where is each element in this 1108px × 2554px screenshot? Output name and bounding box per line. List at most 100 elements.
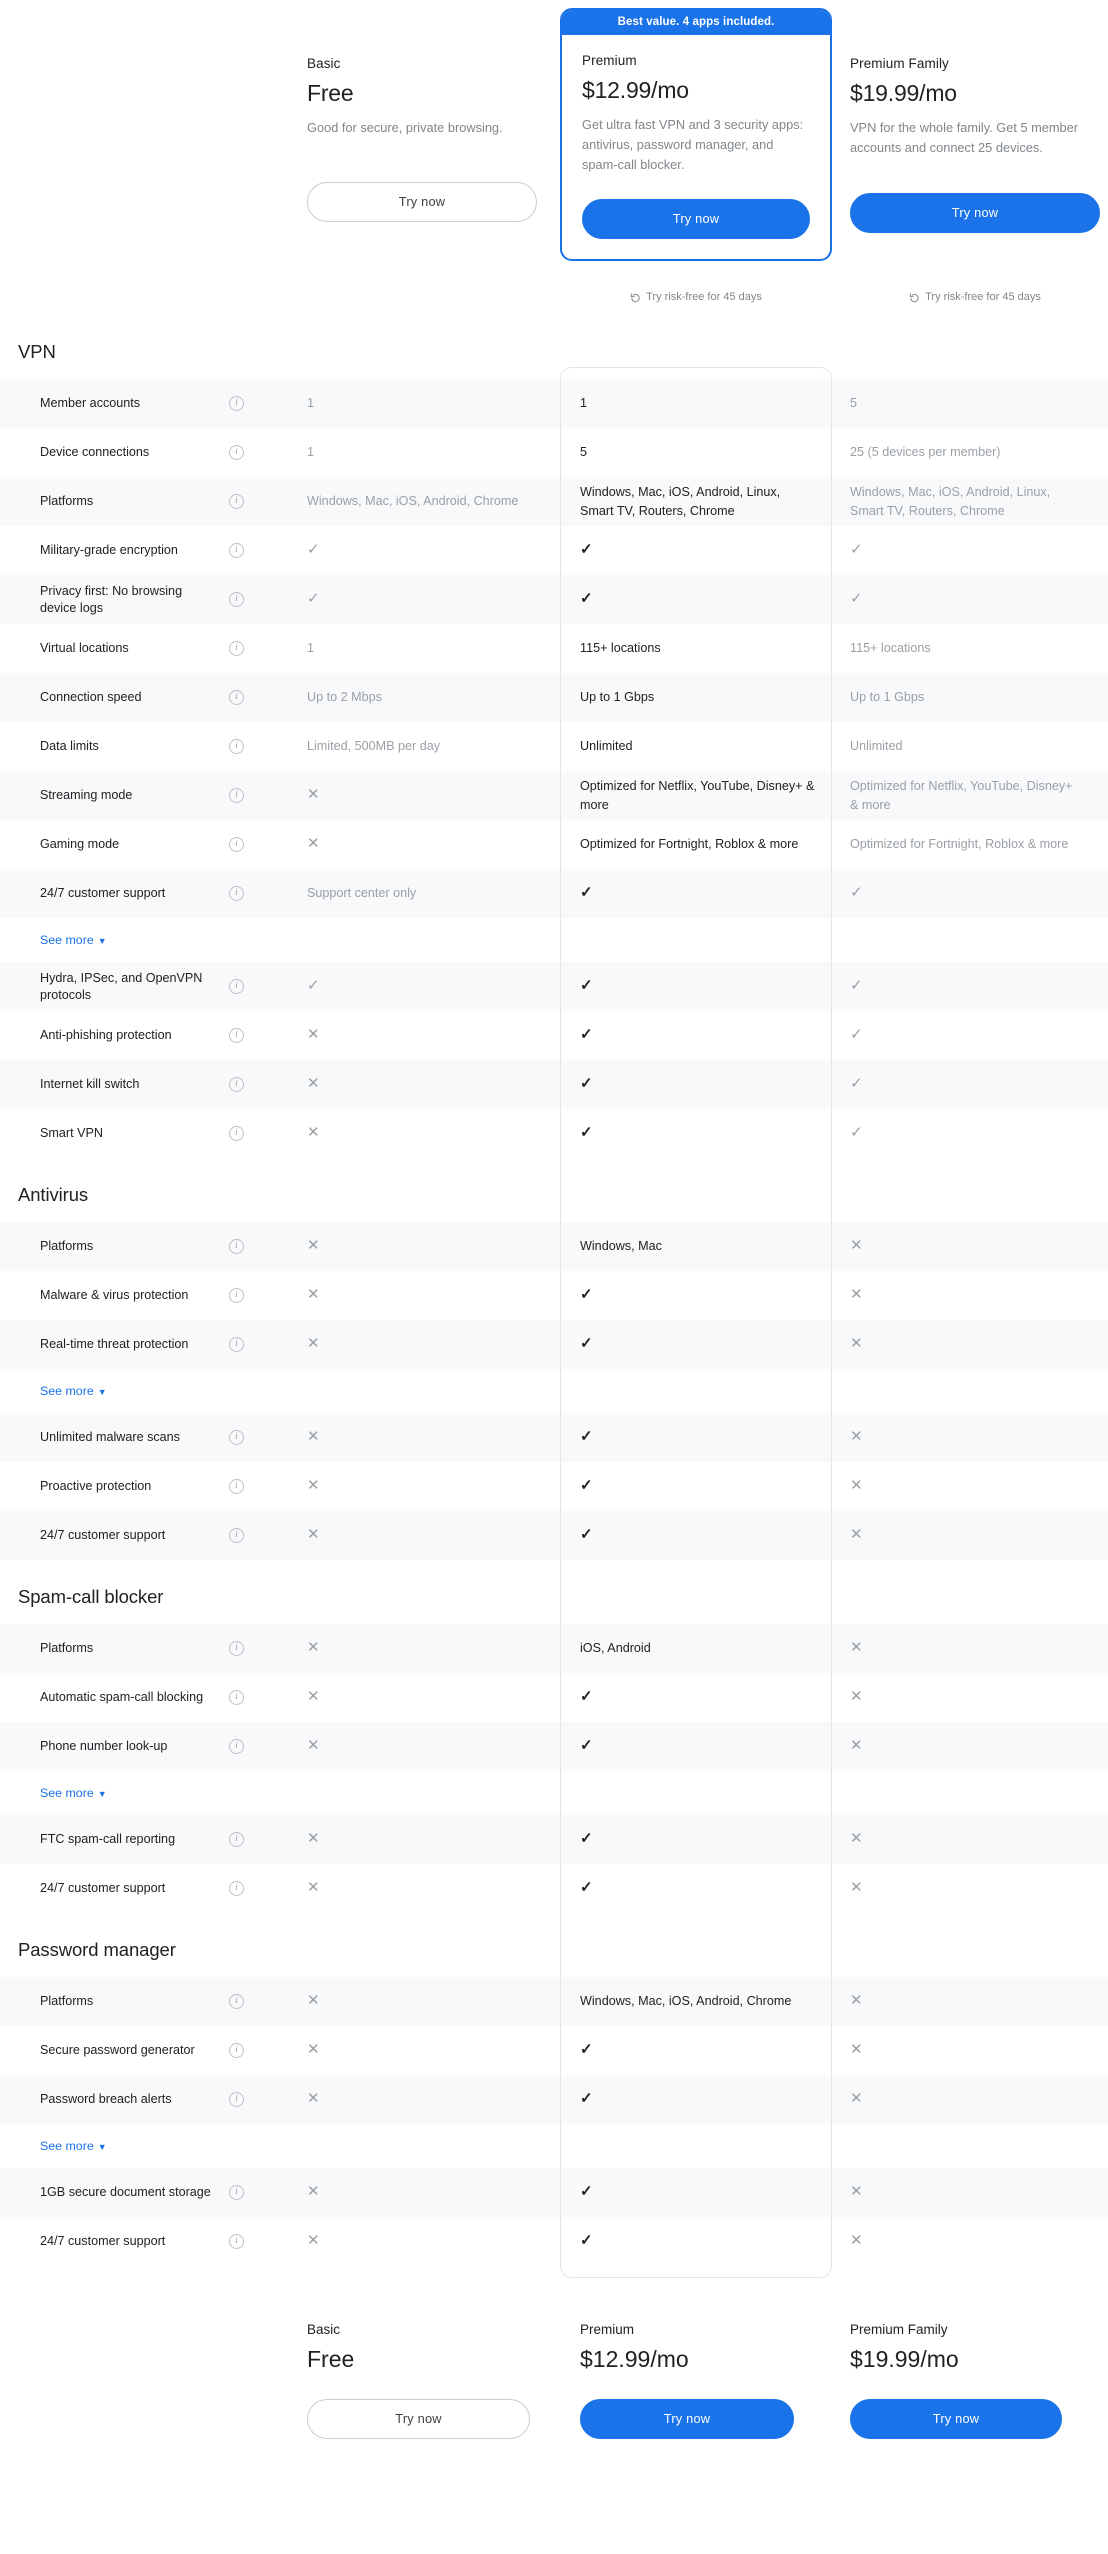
cross-icon: ✕ [850, 1737, 863, 1755]
footer-plan-premium: Premium $12.99/mo Try now [560, 2322, 832, 2439]
cross-icon: ✕ [307, 1737, 320, 1755]
value-basic: ✕ [307, 1879, 560, 1898]
value-premium: 115+ locations [580, 641, 661, 656]
info-icon[interactable]: i [229, 837, 244, 852]
plan-name-premium: Premium [582, 53, 637, 68]
plan-description-family: VPN for the whole family. Get 5 member a… [850, 120, 1079, 155]
value-basic: ✕ [307, 1737, 560, 1756]
value-basic: ✕ [307, 1286, 560, 1305]
info-icon[interactable]: i [229, 641, 244, 656]
info-icon[interactable]: i [229, 788, 244, 803]
feature-label: Military-grade encryption [40, 543, 178, 557]
value-premium: ✓ [560, 977, 832, 996]
footer-try-now-button-premium[interactable]: Try now [580, 2399, 794, 2439]
info-icon[interactable]: i [229, 1641, 244, 1656]
value-family: ✕ [832, 1477, 1100, 1496]
risk-free-note-family: Try risk-free for 45 days [850, 291, 1100, 303]
feature-label: FTC spam-call reporting [40, 1832, 176, 1846]
try-now-button-basic[interactable]: Try now [307, 181, 537, 222]
feature-label: Member accounts [40, 396, 141, 410]
value-family: Windows, Mac, iOS, Android, Linux, Smart… [850, 484, 1051, 518]
footer-plan-price-premium: $12.99/mo [580, 2346, 689, 2372]
info-icon[interactable]: i [229, 1479, 244, 1494]
value-family: ✕ [832, 1737, 1100, 1756]
check-icon: ✓ [580, 1477, 593, 1495]
info-icon[interactable]: i [229, 2043, 244, 2058]
see-more-link[interactable]: See more ▼ [40, 1384, 107, 1398]
value-family: ✕ [832, 1428, 1100, 1447]
info-icon[interactable]: i [229, 1832, 244, 1847]
value-premium: ✓ [560, 1688, 832, 1707]
info-icon[interactable]: i [229, 2234, 244, 2249]
value-premium: ✓ [560, 590, 832, 609]
info-icon[interactable]: i [229, 739, 244, 754]
info-icon[interactable]: i [229, 1239, 244, 1254]
try-now-button-premium[interactable]: Try now [582, 199, 810, 240]
cross-icon: ✕ [850, 1477, 863, 1495]
info-icon[interactable]: i [229, 1994, 244, 2009]
try-now-button-family[interactable]: Try now [850, 192, 1100, 233]
cross-icon: ✕ [307, 2232, 320, 2250]
feature-label: Platforms [40, 1239, 94, 1253]
see-more-link[interactable]: See more ▼ [40, 933, 107, 947]
cross-icon: ✕ [850, 1286, 863, 1304]
value-family: 5 [850, 396, 858, 411]
info-cell: i [229, 739, 307, 754]
info-icon[interactable]: i [229, 1528, 244, 1543]
info-icon[interactable]: i [229, 1881, 244, 1896]
info-icon[interactable]: i [229, 886, 244, 901]
plan-name-basic: Basic [307, 56, 341, 71]
table-row: Platforms i Windows, Mac, iOS, Android, Ch… [0, 477, 1108, 526]
cross-icon: ✕ [307, 2183, 320, 2201]
info-icon[interactable]: i [229, 396, 244, 411]
table-row: Streaming mode i ✕ Optimized for Netflix, Y… [0, 771, 1108, 820]
table-row: Secure password generator i ✕ ✓ ✕ [0, 2026, 1108, 2075]
value-family: ✓ [832, 884, 1100, 903]
info-icon[interactable]: i [229, 1077, 244, 1092]
info-icon[interactable]: i [229, 1690, 244, 1705]
table-row: Connection speed i Up to 2 Mbps Up to 1 Gbp… [0, 673, 1108, 722]
feature-label: 24/7 customer support [40, 2234, 166, 2248]
info-icon[interactable]: i [229, 445, 244, 460]
info-icon[interactable]: i [229, 494, 244, 509]
value-premium: ✓ [560, 2090, 832, 2109]
cross-icon: ✕ [307, 1992, 320, 2010]
value-family: ✕ [832, 1335, 1100, 1354]
cross-icon: ✕ [850, 2041, 863, 2059]
info-icon[interactable]: i [229, 1288, 244, 1303]
value-family: ✓ [832, 1124, 1100, 1143]
value-basic: ✓ [307, 977, 560, 996]
footer-plan-price-basic: Free [307, 2346, 355, 2372]
footer-try-now-button-basic[interactable]: Try now [307, 2399, 530, 2439]
info-icon[interactable]: i [229, 1739, 244, 1754]
info-icon[interactable]: i [229, 1028, 244, 1043]
risk-free-text-premium: Try risk-free for 45 days [646, 291, 762, 303]
info-icon[interactable]: i [229, 690, 244, 705]
feature-label: 1GB secure document storage [40, 2185, 211, 2199]
value-premium: 1 [580, 396, 588, 411]
info-icon[interactable]: i [229, 1126, 244, 1141]
info-cell: i [229, 1641, 307, 1656]
info-icon[interactable]: i [229, 1430, 244, 1445]
cross-icon: ✕ [850, 1335, 863, 1353]
table-row: Data limits i Limited, 500MB per day Unlimi… [0, 722, 1108, 771]
info-cell: i [229, 979, 307, 994]
feature-label: Internet kill switch [40, 1077, 140, 1091]
see-more-link[interactable]: See more ▼ [40, 2139, 107, 2153]
footer-try-now-button-family[interactable]: Try now [850, 2399, 1062, 2439]
info-cell: i [229, 1028, 307, 1043]
info-icon[interactable]: i [229, 543, 244, 558]
info-cell: i [229, 1528, 307, 1543]
see-more-link[interactable]: See more ▼ [40, 1786, 107, 1800]
cross-icon: ✕ [307, 1124, 320, 1142]
info-icon[interactable]: i [229, 2092, 244, 2107]
info-icon[interactable]: i [229, 2185, 244, 2200]
info-icon[interactable]: i [229, 1337, 244, 1352]
value-basic: ✕ [307, 1075, 560, 1094]
info-icon[interactable]: i [229, 592, 244, 607]
value-basic: ✕ [307, 1477, 560, 1496]
table-row: Device connections i 1 5 25 (5 devices per m… [0, 428, 1108, 477]
see-more-row: See more ▼ [0, 1369, 1108, 1413]
info-icon[interactable]: i [229, 979, 244, 994]
info-cell: i [229, 1479, 307, 1494]
